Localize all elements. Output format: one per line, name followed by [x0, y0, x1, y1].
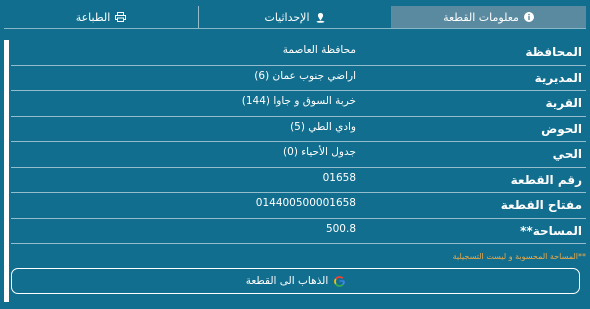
table-row: مفتاح القطعة 014400500001658	[11, 193, 586, 219]
tab-coordinates-label: الإحداثيات	[264, 10, 310, 24]
row-value: اراضي جنوب عمان (6)	[254, 69, 356, 82]
info-icon	[524, 12, 535, 23]
table-row: المساحة** 500.8	[11, 219, 586, 244]
row-label: المساحة**	[520, 223, 582, 238]
table-row: القرية خربة السوق و جاوا (144)	[11, 91, 586, 117]
row-label: المحافظة	[525, 45, 582, 59]
parcel-info-table: المحافظة محافظة العاصمة المديرية اراضي ج…	[11, 40, 586, 244]
area-footnote: **المساحة المحسوبة و ليست التسجيلية	[452, 252, 586, 261]
row-label: رقم القطعة	[510, 172, 582, 187]
scrollbar[interactable]	[4, 40, 9, 302]
go-to-parcel-button[interactable]: الذهاب الى القطعة	[11, 268, 580, 294]
tab-print-label: الطباعة	[75, 10, 111, 24]
row-value: محافظة العاصمة	[282, 44, 356, 56]
row-label: الحوض	[541, 121, 582, 136]
row-value: وادي الطي (5)	[290, 120, 356, 133]
row-value: 01658	[322, 171, 356, 184]
row-value: 014400500001658	[255, 197, 356, 209]
printer-icon	[115, 12, 127, 23]
tab-divider	[4, 28, 586, 29]
row-value: خربة السوق و جاوا (144)	[241, 95, 356, 107]
tab-print[interactable]: الطباعة	[4, 6, 198, 28]
table-row: رقم القطعة 01658	[11, 168, 586, 193]
tab-parcel-info-label: معلومات القطعة	[443, 10, 519, 24]
row-label: القرية	[545, 96, 582, 110]
table-row: الحي جدول الأحياء (0)	[11, 142, 586, 168]
google-icon	[334, 275, 346, 287]
row-value: جدول الأحياء (0)	[283, 146, 356, 158]
table-row: المحافظة محافظة العاصمة	[11, 40, 586, 66]
row-label: مفتاح القطعة	[500, 198, 582, 212]
tab-coordinates[interactable]: الإحداثيات	[198, 6, 392, 28]
tab-bar: معلومات القطعة الإحداثيات الطباعة	[4, 6, 586, 28]
table-row: المديرية اراضي جنوب عمان (6)	[11, 66, 586, 91]
go-to-parcel-label: الذهاب الى القطعة	[245, 275, 329, 287]
row-label: المديرية	[534, 70, 582, 85]
table-row: الحوض وادي الطي (5)	[11, 117, 586, 142]
tab-parcel-info[interactable]: معلومات القطعة	[392, 6, 586, 28]
row-value: 500.8	[325, 222, 356, 235]
location-pin-icon	[315, 12, 326, 23]
row-label: الحي	[552, 147, 582, 161]
